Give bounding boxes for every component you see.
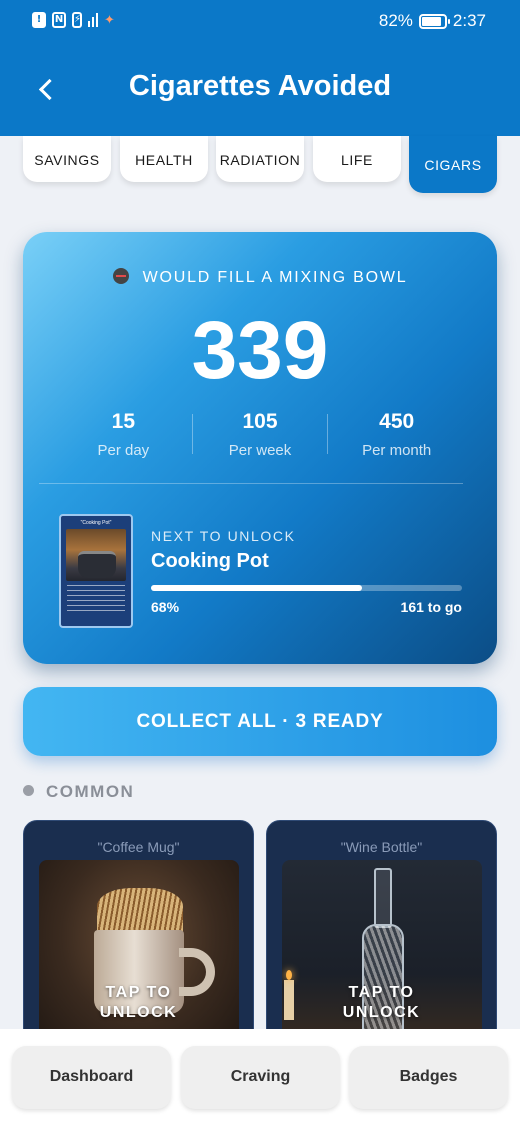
unlock-progress-bar <box>151 585 462 591</box>
stats-divider <box>192 414 193 454</box>
stat-value: 15 <box>111 410 136 433</box>
thumbnail-text-lines <box>67 585 125 615</box>
status-icons: ! N ⚡ ✦ <box>32 12 115 28</box>
tab-cigars[interactable]: CIGARS <box>409 136 497 193</box>
tab-health[interactable]: HEALTH <box>120 136 208 182</box>
bottom-nav: Dashboard Craving Badges <box>0 1029 520 1127</box>
app-bar: Cigarettes Avoided <box>0 44 520 136</box>
no-smoking-icon <box>112 268 129 284</box>
cta-line: TAP TO <box>105 984 172 1001</box>
badge-card-coffee-mug[interactable]: "Coffee Mug" TAP TO UNLOCK <box>23 820 254 1050</box>
tab-radiation[interactable]: RADIATION <box>216 136 304 182</box>
progress-remaining: 161 to go <box>400 599 462 615</box>
stats-row: 15 Per day 105 Per week 450 Per month <box>55 410 465 462</box>
stat-per-week: 105 Per week <box>192 410 329 462</box>
card-title: "Coffee Mug" <box>97 839 180 855</box>
tap-to-unlock-label: TAP TO UNLOCK <box>24 983 253 1023</box>
cigarettes-bundle-illustration <box>97 888 183 934</box>
section-title: COMMON <box>46 782 135 801</box>
status-bar: ! N ⚡ ✦ 82% 2:37 <box>0 0 520 44</box>
nav-craving[interactable]: Craving <box>181 1046 340 1109</box>
tap-to-unlock-label: TAP TO UNLOCK <box>267 983 496 1023</box>
stats-divider <box>327 414 328 454</box>
cigarettes-count: 339 <box>191 305 329 396</box>
stat-label: Per week <box>228 442 292 459</box>
progress-percent: 68% <box>151 599 180 615</box>
battery-saver-icon: ⚡ <box>72 12 82 28</box>
next-unlock-name: Cooking Pot <box>151 550 269 572</box>
next-unlock-label: NEXT TO UNLOCK <box>151 528 296 544</box>
hero-card: WOULD FILL A MIXING BOWL 339 15 Per day … <box>23 232 497 664</box>
tagline-text: WOULD FILL A MIXING BOWL <box>142 269 408 286</box>
hero-tagline: WOULD FILL A MIXING BOWL <box>23 268 497 287</box>
hero-divider <box>39 483 463 484</box>
battery-percent: 82% <box>378 11 413 30</box>
nav-badges[interactable]: Badges <box>349 1046 508 1109</box>
cta-line: TAP TO <box>348 984 415 1001</box>
battery-icon <box>418 13 450 29</box>
stat-value: 450 <box>379 410 415 433</box>
badge-card-wine-bottle[interactable]: "Wine Bottle" TAP TO UNLOCK <box>266 820 497 1050</box>
nfc-icon: N <box>52 12 66 28</box>
cta-line: UNLOCK <box>99 1004 178 1021</box>
alert-icon: ! <box>32 12 46 28</box>
stat-label: Per month <box>362 442 432 459</box>
collect-all-button[interactable]: COLLECT ALL · 3 READY <box>23 687 497 756</box>
ai-star-icon: ✦ <box>104 12 115 28</box>
unlock-progress-fill <box>151 585 363 591</box>
thumbnail-title: "Cooking Pot" <box>80 520 112 526</box>
bottle-neck <box>374 868 392 928</box>
page-title: Cigarettes Avoided <box>128 70 392 102</box>
card-title: "Wine Bottle" <box>340 839 423 855</box>
cta-line: UNLOCK <box>342 1004 421 1021</box>
nav-dashboard[interactable]: Dashboard <box>12 1046 171 1109</box>
section-header-common: COMMON <box>23 782 134 802</box>
stat-per-day: 15 Per day <box>55 410 192 462</box>
stat-per-month: 450 Per month <box>328 410 465 462</box>
clock: 2:37 <box>452 11 486 30</box>
signal-icon <box>88 13 98 27</box>
tab-life[interactable]: LIFE <box>313 136 401 182</box>
next-unlock-thumbnail[interactable]: "Cooking Pot" <box>59 514 133 628</box>
tab-savings[interactable]: SAVINGS <box>23 136 111 182</box>
stat-value: 105 <box>242 410 278 433</box>
cooking-pot-image <box>66 529 126 581</box>
section-dot-icon <box>23 785 34 796</box>
category-tabs: SAVINGS HEALTH RADIATION LIFE CIGARS <box>23 136 503 196</box>
stat-label: Per day <box>97 442 150 459</box>
